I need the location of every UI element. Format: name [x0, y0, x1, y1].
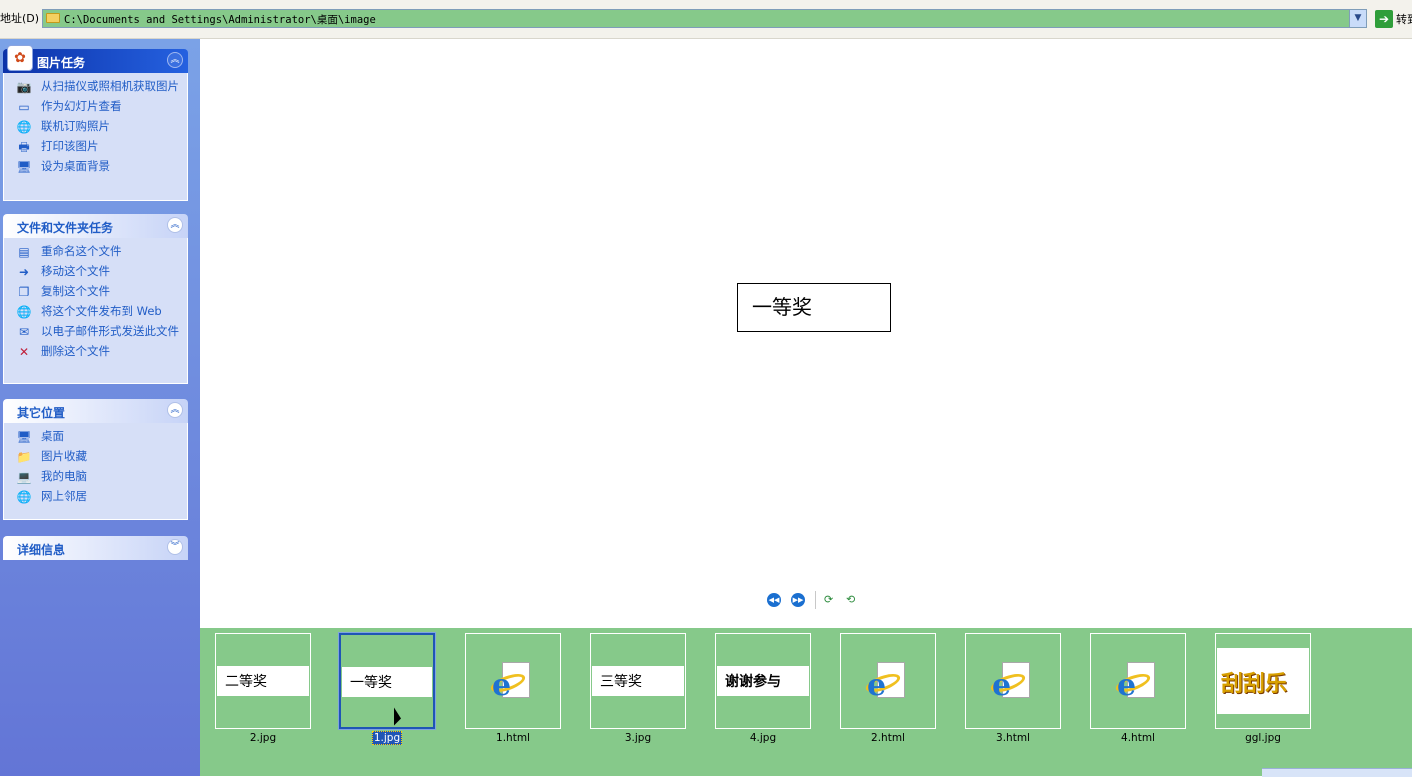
address-path: C:\Documents and Settings\Administrator\… [64, 14, 376, 26]
thumbnail-1-html[interactable]: e [465, 633, 561, 729]
thumbnail-label-selected[interactable]: 1.jpg [339, 731, 435, 745]
address-label: 地址(D) [0, 12, 40, 25]
previous-image-icon[interactable]: ◀◀ [767, 593, 781, 607]
thumbnail-text: 二等奖 [225, 674, 267, 690]
logo-text: 刮刮乐 [1221, 672, 1288, 697]
delete-icon: ✕ [18, 345, 30, 359]
address-bar: 地址(D) C:\Documents and Settings\Administ… [0, 0, 1412, 39]
preview-image-text: 一等奖 [752, 295, 812, 319]
task-set-background[interactable]: 🖥 设为桌面背景 [4, 159, 187, 179]
copy-icon: ❐ [18, 285, 30, 299]
file-tasks-header[interactable]: 文件和文件夹任务 ︽ [3, 214, 188, 238]
move-icon: ➜ [18, 265, 30, 279]
thumbnail-3-html[interactable]: e [965, 633, 1061, 729]
scratch-card-logo: 刮刮乐 [1217, 648, 1309, 714]
task-get-from-scanner[interactable]: 📷 从扫描仪或照相机获取图片 [4, 79, 187, 99]
globe-icon: 🌐 [16, 120, 32, 134]
folder-icon [46, 13, 60, 23]
collapse-icon[interactable]: ︽ [167, 52, 183, 68]
collapse-icon[interactable]: ︽ [167, 402, 183, 418]
picture-tasks-header[interactable]: ✿ 图片任务 ︽ [3, 45, 188, 73]
file-tasks-panel: 文件和文件夹任务 ︽ ▤ 重命名这个文件 ➜ 移动这个文件 ❐ 复制这个文件 🌐 将这个… [3, 214, 188, 384]
toolbar-separator [815, 591, 816, 609]
task-slideshow[interactable]: ▭ 作为幻灯片查看 [4, 99, 187, 119]
thumbnail-label[interactable]: 2.html [840, 732, 936, 744]
picture-tasks-panel: ✿ 图片任务 ︽ 📷 从扫描仪或照相机获取图片 ▭ 作为幻灯片查看 🌐 联机订购照片 … [3, 45, 188, 201]
task-rename-file[interactable]: ▤ 重命名这个文件 [4, 244, 187, 264]
thumbnail-text: 谢谢参与 [725, 674, 781, 690]
thumbnail-label[interactable]: 4.html [1090, 732, 1186, 744]
other-places-panel: 其它位置 ︽ 🖥 桌面 📁 图片收藏 💻 我的电脑 🌐 网上邻居 [3, 399, 188, 520]
thumbnail-label[interactable]: 4.jpg [715, 732, 811, 744]
network-icon: 🌐 [16, 490, 32, 504]
collapse-icon[interactable]: ︽ [167, 217, 183, 233]
rotate-counterclockwise-icon[interactable]: ⟲ [846, 593, 855, 606]
task-order-prints[interactable]: 🌐 联机订购照片 [4, 119, 187, 139]
thumbnail-text: 三等奖 [600, 674, 642, 690]
internet-explorer-icon: e [488, 662, 532, 703]
desktop-background-icon: 🖥 [16, 160, 32, 174]
thumbnail-4-jpg[interactable]: 谢谢参与 [715, 633, 811, 729]
expand-icon[interactable]: ︾ [167, 539, 183, 555]
my-computer-icon: 💻 [16, 470, 32, 484]
thumbnail-1-jpg[interactable]: 一等奖 [338, 632, 436, 730]
rename-icon: ▤ [18, 245, 30, 259]
thumbnail-ggl-jpg[interactable]: 刮刮乐 [1215, 633, 1311, 729]
other-places-header[interactable]: 其它位置 ︽ [3, 399, 188, 423]
thumbnail-2-jpg[interactable]: 二等奖 [215, 633, 311, 729]
panel-title: 图片任务 [37, 56, 86, 70]
chevron-down-icon[interactable]: ▼ [1349, 10, 1366, 27]
thumbnail-text: 一等奖 [350, 675, 392, 691]
place-network[interactable]: 🌐 网上邻居 [4, 489, 187, 509]
camera-icon: 📷 [16, 80, 32, 94]
next-image-icon[interactable]: ▶▶ [791, 593, 805, 607]
go-button[interactable]: 转到 [1396, 11, 1412, 27]
thumbnail-4-html[interactable]: e [1090, 633, 1186, 729]
place-desktop[interactable]: 🖥 桌面 [4, 429, 187, 449]
task-email-file[interactable]: ✉ 以电子邮件形式发送此文件 [4, 324, 187, 344]
task-move-file[interactable]: ➜ 移动这个文件 [4, 264, 187, 284]
thumbnail-label[interactable]: 2.jpg [215, 732, 311, 744]
address-input[interactable]: C:\Documents and Settings\Administrator\… [42, 9, 1367, 28]
pictures-folder-icon: 📁 [16, 450, 32, 464]
preview-image: 一等奖 [737, 283, 891, 332]
go-arrow-icon[interactable]: ➔ [1375, 10, 1393, 28]
task-print-picture[interactable]: 🖶 打印该图片 [4, 139, 187, 159]
task-publish-web[interactable]: 🌐 将这个文件发布到 Web [4, 304, 187, 324]
task-pane: ✿ 图片任务 ︽ 📷 从扫描仪或照相机获取图片 ▭ 作为幻灯片查看 🌐 联机订购照片 … [0, 39, 200, 776]
thumbnail-2-html[interactable]: e [840, 633, 936, 729]
email-icon: ✉ [18, 325, 30, 339]
panel-title: 详细信息 [17, 543, 66, 557]
filmstrip: 二等奖 2.jpg 一等奖 1.jpg e 1.html 三等奖 3.jpg 谢… [200, 628, 1412, 776]
details-panel: 详细信息 ︾ [3, 536, 188, 560]
thumbnail-label[interactable]: ggl.jpg [1215, 732, 1311, 744]
task-copy-file[interactable]: ❐ 复制这个文件 [4, 284, 187, 304]
details-header[interactable]: 详细信息 ︾ [3, 536, 188, 560]
panel-title: 文件和文件夹任务 [17, 221, 114, 235]
printer-icon: 🖶 [18, 140, 30, 154]
internet-explorer-icon: e [863, 662, 907, 703]
thumbnail-label[interactable]: 3.html [965, 732, 1061, 744]
internet-explorer-icon: e [988, 662, 1032, 703]
panel-title: 其它位置 [17, 406, 66, 420]
web-publish-icon: 🌐 [16, 305, 32, 319]
slideshow-icon: ▭ [18, 100, 30, 114]
rotate-clockwise-icon[interactable]: ⟳ [824, 593, 833, 606]
desktop-icon: 🖥 [16, 430, 32, 444]
thumbnail-label[interactable]: 1.html [465, 732, 561, 744]
thumbnail-label[interactable]: 3.jpg [590, 732, 686, 744]
place-my-computer[interactable]: 💻 我的电脑 [4, 469, 187, 489]
thumbnail-3-jpg[interactable]: 三等奖 [590, 633, 686, 729]
image-preview-area: 一等奖 ◀◀ ▶▶ ⟳ ⟲ [200, 39, 1412, 627]
internet-explorer-icon: e [1113, 662, 1157, 703]
place-pictures[interactable]: 📁 图片收藏 [4, 449, 187, 469]
task-delete-file[interactable]: ✕ 删除这个文件 [4, 344, 187, 364]
picture-tasks-icon: ✿ [7, 45, 33, 71]
